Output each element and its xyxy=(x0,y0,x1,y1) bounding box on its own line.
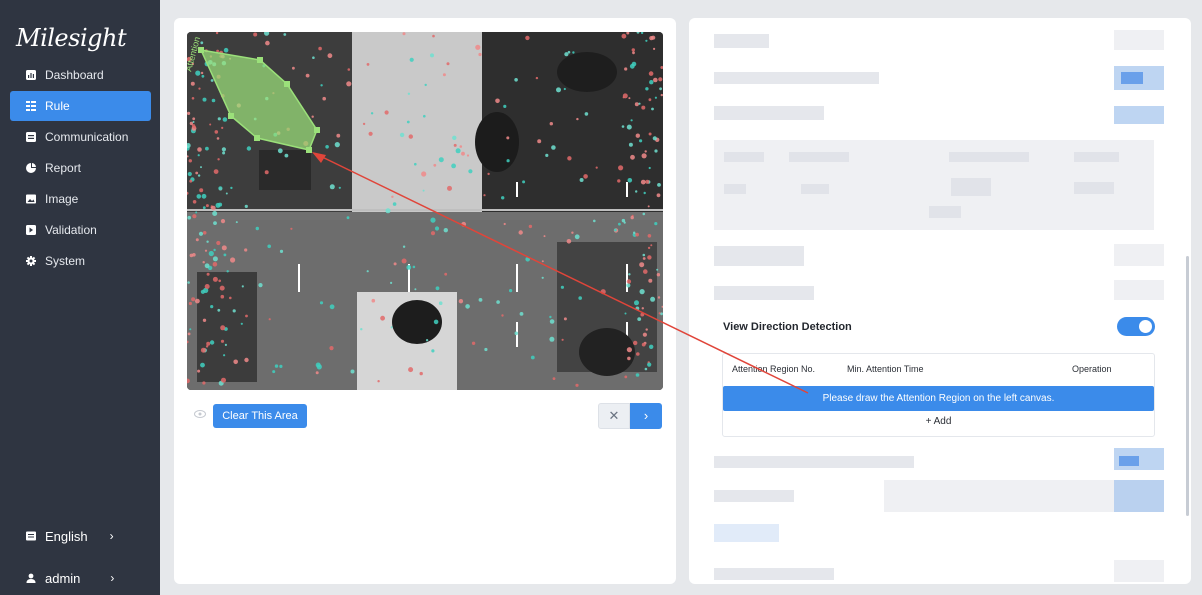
redacted-control xyxy=(1114,480,1164,512)
redacted-text xyxy=(949,152,1029,162)
system-icon xyxy=(26,256,36,266)
redacted-text xyxy=(714,490,794,502)
toggle-knob xyxy=(1139,320,1152,333)
view-direction-toggle[interactable] xyxy=(1117,317,1155,336)
cancel-button[interactable]: ✕ xyxy=(598,403,630,429)
sidebar-item-label: Rule xyxy=(45,99,70,113)
clear-area-button[interactable]: Clear This Area xyxy=(213,404,307,428)
redacted-text xyxy=(724,184,746,194)
chevron-right-icon: › xyxy=(109,529,114,543)
redacted-control xyxy=(1114,30,1164,50)
redacted-text xyxy=(724,152,764,162)
milesight-logo: Milesight xyxy=(16,24,127,52)
redacted-text xyxy=(714,34,769,48)
sidebar-item-rule[interactable]: Rule xyxy=(10,91,151,121)
sidebar-item-dashboard[interactable]: Dashboard xyxy=(10,60,151,90)
canvas-panel: Attention Clear This Area ✕ › xyxy=(174,18,676,584)
redacted-control xyxy=(1114,560,1164,582)
sidebar-item-image[interactable]: Image xyxy=(10,184,151,214)
redacted-text xyxy=(714,106,824,120)
redacted-toggle xyxy=(1114,106,1164,124)
column-header: Attention Region No. xyxy=(732,364,816,374)
language-switcher[interactable]: English › xyxy=(10,522,151,550)
redacted-toggle xyxy=(1121,72,1143,84)
redacted-text xyxy=(714,568,834,580)
redacted-text xyxy=(714,246,804,266)
redacted-text xyxy=(714,286,814,300)
next-button[interactable]: › xyxy=(630,403,662,429)
attention-region-table: Attention Region No. Min. Attention Time… xyxy=(722,353,1155,437)
scrollbar[interactable] xyxy=(1186,256,1189,516)
redacted-toggle xyxy=(1119,456,1139,466)
sidebar-item-label: System xyxy=(45,254,86,268)
rule-icon xyxy=(26,101,36,111)
user-menu[interactable]: admin › xyxy=(10,564,151,592)
redacted-control xyxy=(1114,280,1164,300)
sidebar-item-label: Dashboard xyxy=(45,68,104,82)
language-label: English xyxy=(45,528,88,544)
redacted-text xyxy=(929,206,961,218)
redacted-control xyxy=(1114,244,1164,266)
redacted-text xyxy=(789,152,849,162)
sidebar-item-report[interactable]: Report xyxy=(10,153,151,183)
user-label: admin xyxy=(45,570,81,586)
dashboard-icon xyxy=(26,70,36,80)
sidebar-item-label: Validation xyxy=(45,223,97,237)
language-icon xyxy=(26,531,36,541)
sidebar: Milesight Dashboard Rule Communication R… xyxy=(0,0,160,595)
column-header: Operation xyxy=(1072,364,1112,374)
redacted-text xyxy=(1074,182,1114,194)
redacted-text xyxy=(801,184,829,194)
draw-region-hint: Please draw the Attention Region on the … xyxy=(723,386,1154,411)
user-icon xyxy=(26,573,36,583)
redacted-text xyxy=(1074,152,1119,162)
view-direction-label: View Direction Detection xyxy=(723,321,852,333)
redacted-text xyxy=(714,72,879,84)
sidebar-item-communication[interactable]: Communication xyxy=(10,122,151,152)
validation-icon xyxy=(26,225,36,235)
sidebar-item-system[interactable]: System xyxy=(10,246,151,276)
sidebar-item-label: Image xyxy=(45,192,79,206)
report-icon xyxy=(26,163,36,173)
sidebar-item-label: Communication xyxy=(45,130,129,144)
sidebar-item-label: Report xyxy=(45,161,82,175)
redacted-text xyxy=(714,524,779,542)
camera-canvas[interactable]: Attention xyxy=(187,32,663,390)
column-header: Min. Attention Time xyxy=(847,364,924,374)
chevron-right-icon: › xyxy=(110,571,115,585)
communication-icon xyxy=(26,132,36,142)
add-region-button[interactable]: + Add xyxy=(723,416,1154,427)
settings-panel: View Direction Detection Attention Regio… xyxy=(689,18,1191,584)
image-icon xyxy=(26,194,36,204)
sidebar-nav: Dashboard Rule Communication Report Imag… xyxy=(10,60,151,277)
redacted-text xyxy=(714,456,914,468)
redacted-text xyxy=(951,178,991,196)
sidebar-item-validation[interactable]: Validation xyxy=(10,215,151,245)
eye-icon[interactable] xyxy=(194,407,206,419)
